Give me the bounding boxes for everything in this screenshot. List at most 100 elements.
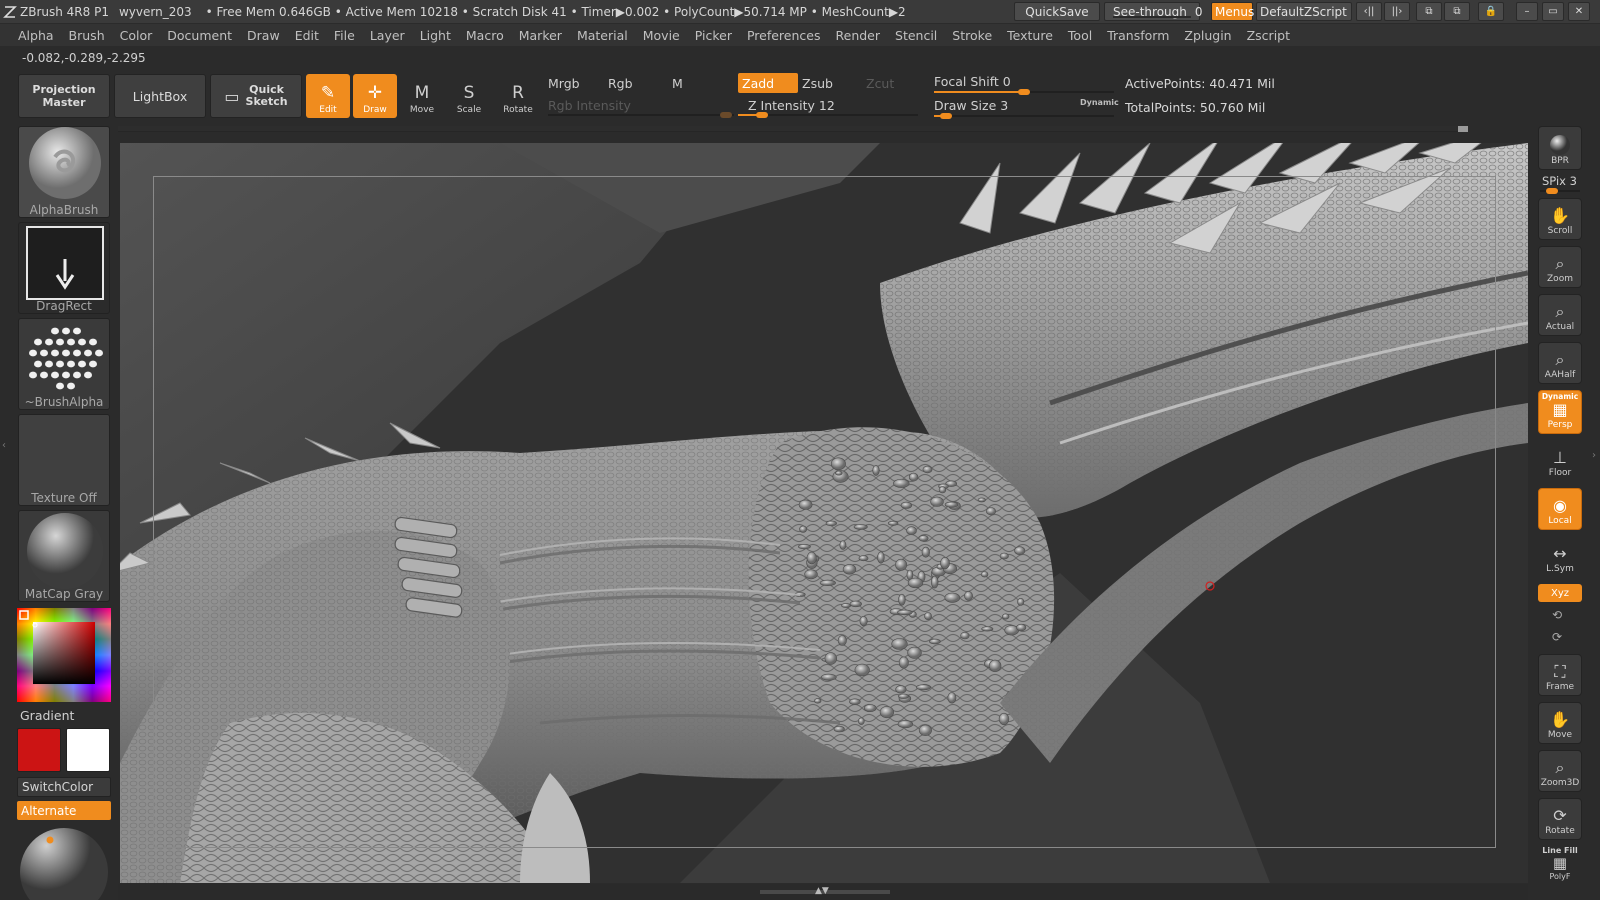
color-picker[interactable] xyxy=(17,608,111,702)
secondary-color-swatch[interactable] xyxy=(66,728,110,772)
layout-alt-icon[interactable]: ⧉ xyxy=(1444,2,1470,21)
menu-light[interactable]: Light xyxy=(420,28,451,43)
alternate-toggle[interactable]: Alternate xyxy=(17,801,111,820)
menu-stencil[interactable]: Stencil xyxy=(895,28,937,43)
menu-layer[interactable]: Layer xyxy=(370,28,405,43)
right-tray-collapse-icon[interactable]: › xyxy=(1592,450,1600,510)
menu-tool[interactable]: Tool xyxy=(1068,28,1092,43)
menu-preferences[interactable]: Preferences xyxy=(747,28,821,43)
lock-icon[interactable]: 🔒 xyxy=(1478,2,1504,21)
menu-stroke[interactable]: Stroke xyxy=(952,28,992,43)
m-toggle[interactable]: M xyxy=(672,73,683,93)
draw-mode-button[interactable]: ✛ Draw xyxy=(353,74,397,118)
bottom-tray-arrow-icon[interactable]: ▲▼ xyxy=(815,886,829,896)
menu-render[interactable]: Render xyxy=(836,28,881,43)
rotate-view-button[interactable]: ⟳ Rotate xyxy=(1538,798,1582,840)
menu-picker[interactable]: Picker xyxy=(695,28,732,43)
mrgb-toggle[interactable]: Mrgb xyxy=(548,73,580,93)
local-icon: ◉ xyxy=(1553,496,1567,515)
menu-zplugin[interactable]: Zplugin xyxy=(1184,28,1231,43)
zoom-view-button[interactable]: ⌕ Zoom xyxy=(1538,246,1582,288)
zoom3d-button[interactable]: ⌕ Zoom3D xyxy=(1538,750,1582,792)
move-icon: M xyxy=(414,83,430,103)
y-rotation-icon[interactable]: ⟲ xyxy=(1552,608,1562,622)
spix-slider[interactable]: SPix 3 xyxy=(1542,174,1577,188)
menu-zscript[interactable]: Zscript xyxy=(1247,28,1290,43)
bpr-render-button[interactable]: BPR xyxy=(1538,126,1582,170)
scroll-hand-icon: ✋ xyxy=(1550,206,1570,225)
actual-size-button[interactable]: ⌕ Actual xyxy=(1538,294,1582,336)
switch-color-button[interactable]: SwitchColor xyxy=(17,777,111,797)
focal-shift-slider[interactable]: Focal Shift 0 xyxy=(934,71,1011,91)
document-canvas[interactable] xyxy=(120,143,1528,883)
focal-shift-track xyxy=(934,89,1114,95)
polyframe-toggle[interactable]: Line Fill ▦ PolyF xyxy=(1538,846,1582,886)
menu-color[interactable]: Color xyxy=(120,28,153,43)
left-tray-collapse-icon[interactable]: ‹ xyxy=(2,440,10,500)
menu-material[interactable]: Material xyxy=(577,28,628,43)
menu-edit[interactable]: Edit xyxy=(295,28,319,43)
shrink-ui-icon[interactable]: ‹|| xyxy=(1356,2,1382,21)
zadd-toggle[interactable]: Zadd xyxy=(738,73,798,93)
gradient-toggle[interactable]: Gradient xyxy=(20,708,74,723)
spix-track xyxy=(1540,188,1580,194)
zcut-toggle[interactable]: Zcut xyxy=(866,73,894,93)
see-through-value: 0 xyxy=(1194,4,1203,19)
maximize-icon[interactable]: ▭ xyxy=(1542,2,1564,21)
matcap-gray-label: MatCap Gray xyxy=(24,587,104,601)
draw-size-slider[interactable]: Draw Size 3 xyxy=(934,95,1008,115)
local-transform-toggle[interactable]: ◉ Local xyxy=(1538,488,1582,530)
menu-brush[interactable]: Brush xyxy=(69,28,105,43)
menu-movie[interactable]: Movie xyxy=(643,28,680,43)
expand-ui-icon[interactable]: ||› xyxy=(1384,2,1410,21)
menu-texture[interactable]: Texture xyxy=(1007,28,1053,43)
rgb-toggle[interactable]: Rgb xyxy=(608,73,633,93)
dynamic-draw-size-toggle[interactable]: Dynamic xyxy=(1080,98,1119,107)
local-symmetry-toggle[interactable]: ↔ L.Sym xyxy=(1538,536,1582,578)
zoom3d-icon: ⌕ xyxy=(1555,758,1565,777)
xyz-rotation-toggle[interactable]: Xyz xyxy=(1538,584,1582,602)
minimize-icon[interactable]: – xyxy=(1516,2,1538,21)
menu-draw[interactable]: Draw xyxy=(247,28,280,43)
menu-alpha[interactable]: Alpha xyxy=(18,28,54,43)
rotate-mode-button[interactable]: R Rotate xyxy=(496,74,540,118)
quicksave-button[interactable]: QuickSave xyxy=(1014,2,1100,21)
see-through-track xyxy=(1113,16,1191,18)
light-sphere[interactable] xyxy=(18,826,110,900)
rgb-intensity-slider[interactable]: Rgb Intensity xyxy=(548,95,631,115)
quick-sketch-button[interactable]: ▭ Quick Sketch xyxy=(210,74,302,118)
close-icon[interactable]: ✕ xyxy=(1568,2,1590,21)
scrollbar-thumb[interactable] xyxy=(1458,126,1468,132)
move-mode-button[interactable]: M Move xyxy=(400,74,444,118)
dragrect-label: DragRect xyxy=(36,299,92,313)
menus-toggle[interactable]: Menus xyxy=(1211,2,1254,21)
aahalf-icon: ⌕ xyxy=(1555,350,1565,369)
menu-transform[interactable]: Transform xyxy=(1107,28,1169,43)
frame-view-button[interactable]: ⛶ Frame xyxy=(1538,654,1582,696)
lsym-icon: ↔ xyxy=(1553,544,1567,563)
cursor-coordinates: -0.082,-0.289,-2.295 xyxy=(22,51,146,65)
edit-mode-button[interactable]: ✎ Edit xyxy=(306,74,350,118)
menu-marker[interactable]: Marker xyxy=(519,28,562,43)
aahalf-button[interactable]: ⌕ AAHalf xyxy=(1538,342,1582,384)
move-view-button[interactable]: ✋ Move xyxy=(1538,702,1582,744)
menu-file[interactable]: File xyxy=(334,28,355,43)
scale-icon: S xyxy=(463,83,475,103)
default-zscript-button[interactable]: DefaultZScript xyxy=(1256,2,1352,21)
perspective-toggle[interactable]: Dynamic ▦ Persp xyxy=(1538,390,1582,434)
menu-macro[interactable]: Macro xyxy=(466,28,504,43)
polyf-label: PolyF xyxy=(1549,872,1571,881)
scroll-view-button[interactable]: ✋ Scroll xyxy=(1538,198,1582,240)
menu-document[interactable]: Document xyxy=(167,28,232,43)
canvas-horizontal-scrollbar[interactable] xyxy=(118,126,1468,132)
main-color-swatch[interactable] xyxy=(17,728,61,772)
lightbox-label: LightBox xyxy=(132,88,188,104)
projection-master-button[interactable]: Projection Master xyxy=(18,74,110,118)
scale-mode-button[interactable]: S Scale xyxy=(447,74,491,118)
see-through-slider[interactable]: See-through 0 xyxy=(1104,2,1203,21)
layout-switch-icon[interactable]: ⧉ xyxy=(1416,2,1442,21)
zsub-toggle[interactable]: Zsub xyxy=(802,73,833,93)
z-rotation-icon[interactable]: ⟳ xyxy=(1552,630,1562,644)
lightbox-button[interactable]: LightBox xyxy=(114,74,206,118)
floor-toggle[interactable]: ⊥ Floor xyxy=(1538,440,1582,482)
